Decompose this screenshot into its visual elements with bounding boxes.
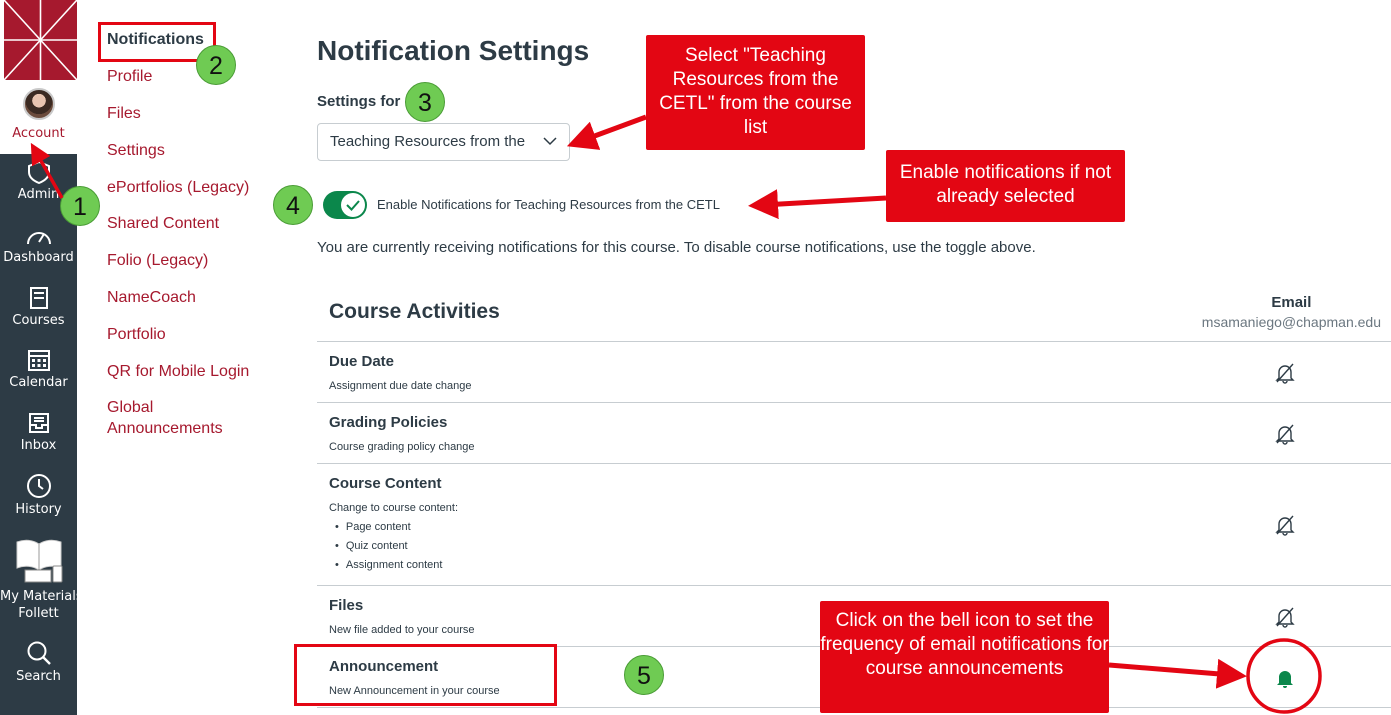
list-item: Page content [329,518,458,537]
nav-history[interactable]: History [0,473,77,518]
table-row: Course Content Change to course content:… [317,463,1391,585]
subnav-files[interactable]: Files [107,104,141,124]
table-row: Grading Policies Course grading policy c… [317,402,1391,463]
subnav-global-announcements-line1[interactable]: Global [107,398,153,418]
course-select[interactable]: Teaching Resources from the [317,123,570,161]
search-icon [27,641,51,665]
nav-dashboard-label: Dashboard [3,250,74,265]
step-badge-3: 3 [405,82,445,122]
bell-off-icon[interactable] [1275,423,1295,445]
step-badge-4: 4 [273,185,313,225]
enable-notifications-toggle[interactable] [323,191,367,219]
courses-icon [29,287,48,309]
bell-icon[interactable] [1275,667,1295,689]
subnav-folio[interactable]: Folio (Legacy) [107,251,208,271]
bell-off-icon[interactable] [1275,362,1295,384]
email-column-header: Email msamaniego@chapman.edu [1202,294,1381,330]
global-navigation: Account Admin Dashboard Courses Calendar… [0,0,83,715]
nav-my-materials-label2: Follett [18,606,59,621]
row-name: Due Date [329,353,395,370]
inbox-icon [28,413,49,433]
avatar [22,88,55,120]
step-badge-5: 5 [624,655,664,695]
email-address: msamaniego@chapman.edu [1201,314,1381,330]
callout-select-course: Select "Teaching Resources from the CETL… [646,35,865,150]
course-select-value: Teaching Resources from the [330,133,526,150]
shield-icon [27,160,50,184]
dashboard-icon [26,232,51,245]
subnav-portfolio[interactable]: Portfolio [107,325,166,345]
nav-courses-label: Courses [12,313,65,328]
nav-inbox-label: Inbox [20,438,57,453]
subnav-settings[interactable]: Settings [107,141,165,161]
settings-for-label: Settings for [317,93,401,110]
email-header: Email [1271,294,1312,311]
row-desc: Change to course content: Page content Q… [329,499,458,575]
row-desc-bullets: Page content Quiz content Assignment con… [329,518,458,575]
arrow-toggle [748,189,887,220]
row-desc: New file added to your course [329,624,475,636]
list-item: Assignment content [329,556,458,575]
row-name: Course Content [329,475,442,492]
subnav-eportfolios[interactable]: ePortfolios (Legacy) [107,178,249,198]
subnav-global-announcements-line2[interactable]: Announcements [107,419,223,439]
subnav-qr-mobile-login[interactable]: QR for Mobile Login [107,362,249,382]
table-row: Due Date Assignment due date change [317,341,1391,402]
row-name: Files [329,597,364,614]
page-title: Notification Settings [317,35,590,66]
nav-my-materials[interactable]: My Materials Follett [0,534,83,622]
nav-calendar-label: Calendar [9,375,68,390]
nav-search[interactable]: Search [0,640,77,685]
row-desc: Assignment due date change [329,380,472,392]
university-logo[interactable] [4,0,77,80]
nav-inbox[interactable]: Inbox [0,411,77,454]
nav-history-label: History [15,502,62,517]
step-badge-1: 1 [60,186,100,226]
step-badge-2: 2 [196,45,236,85]
callout-bell-icon: Click on the bell icon to set the freque… [820,601,1109,713]
nav-account[interactable]: Account [0,88,77,141]
clock-icon [26,474,51,498]
nav-account-label: Account [12,126,65,141]
book-devices-icon [16,539,62,583]
subnav-namecoach[interactable]: NameCoach [107,288,196,308]
nav-calendar[interactable]: Calendar [0,348,77,391]
info-text: You are currently receiving notification… [317,239,1036,256]
section-title: Course Activities [329,300,500,323]
toggle-knob [341,193,365,217]
arrow-select [566,114,647,150]
bell-off-icon[interactable] [1275,606,1295,628]
toggle-label: Enable Notifications for Teaching Resour… [377,197,720,212]
list-item: Quiz content [329,537,458,556]
callout-enable-notifications: Enable notifications if not already sele… [886,150,1125,222]
subnav-shared-content[interactable]: Shared Content [107,214,219,234]
highlight-box-announcement [294,644,557,706]
bell-off-icon[interactable] [1275,514,1295,536]
checkmark-icon [346,200,360,211]
row-name: Grading Policies [329,414,448,431]
row-desc-text: Change to course content: [329,502,459,514]
nav-my-materials-label: My Materials [0,589,83,604]
chevron-down-icon [543,137,557,146]
calendar-icon [27,350,50,371]
nav-dashboard[interactable]: Dashboard [0,225,77,266]
nav-courses[interactable]: Courses [0,286,77,329]
nav-search-label: Search [16,669,61,684]
row-desc: Course grading policy change [329,441,475,453]
subnav-profile[interactable]: Profile [107,67,152,87]
